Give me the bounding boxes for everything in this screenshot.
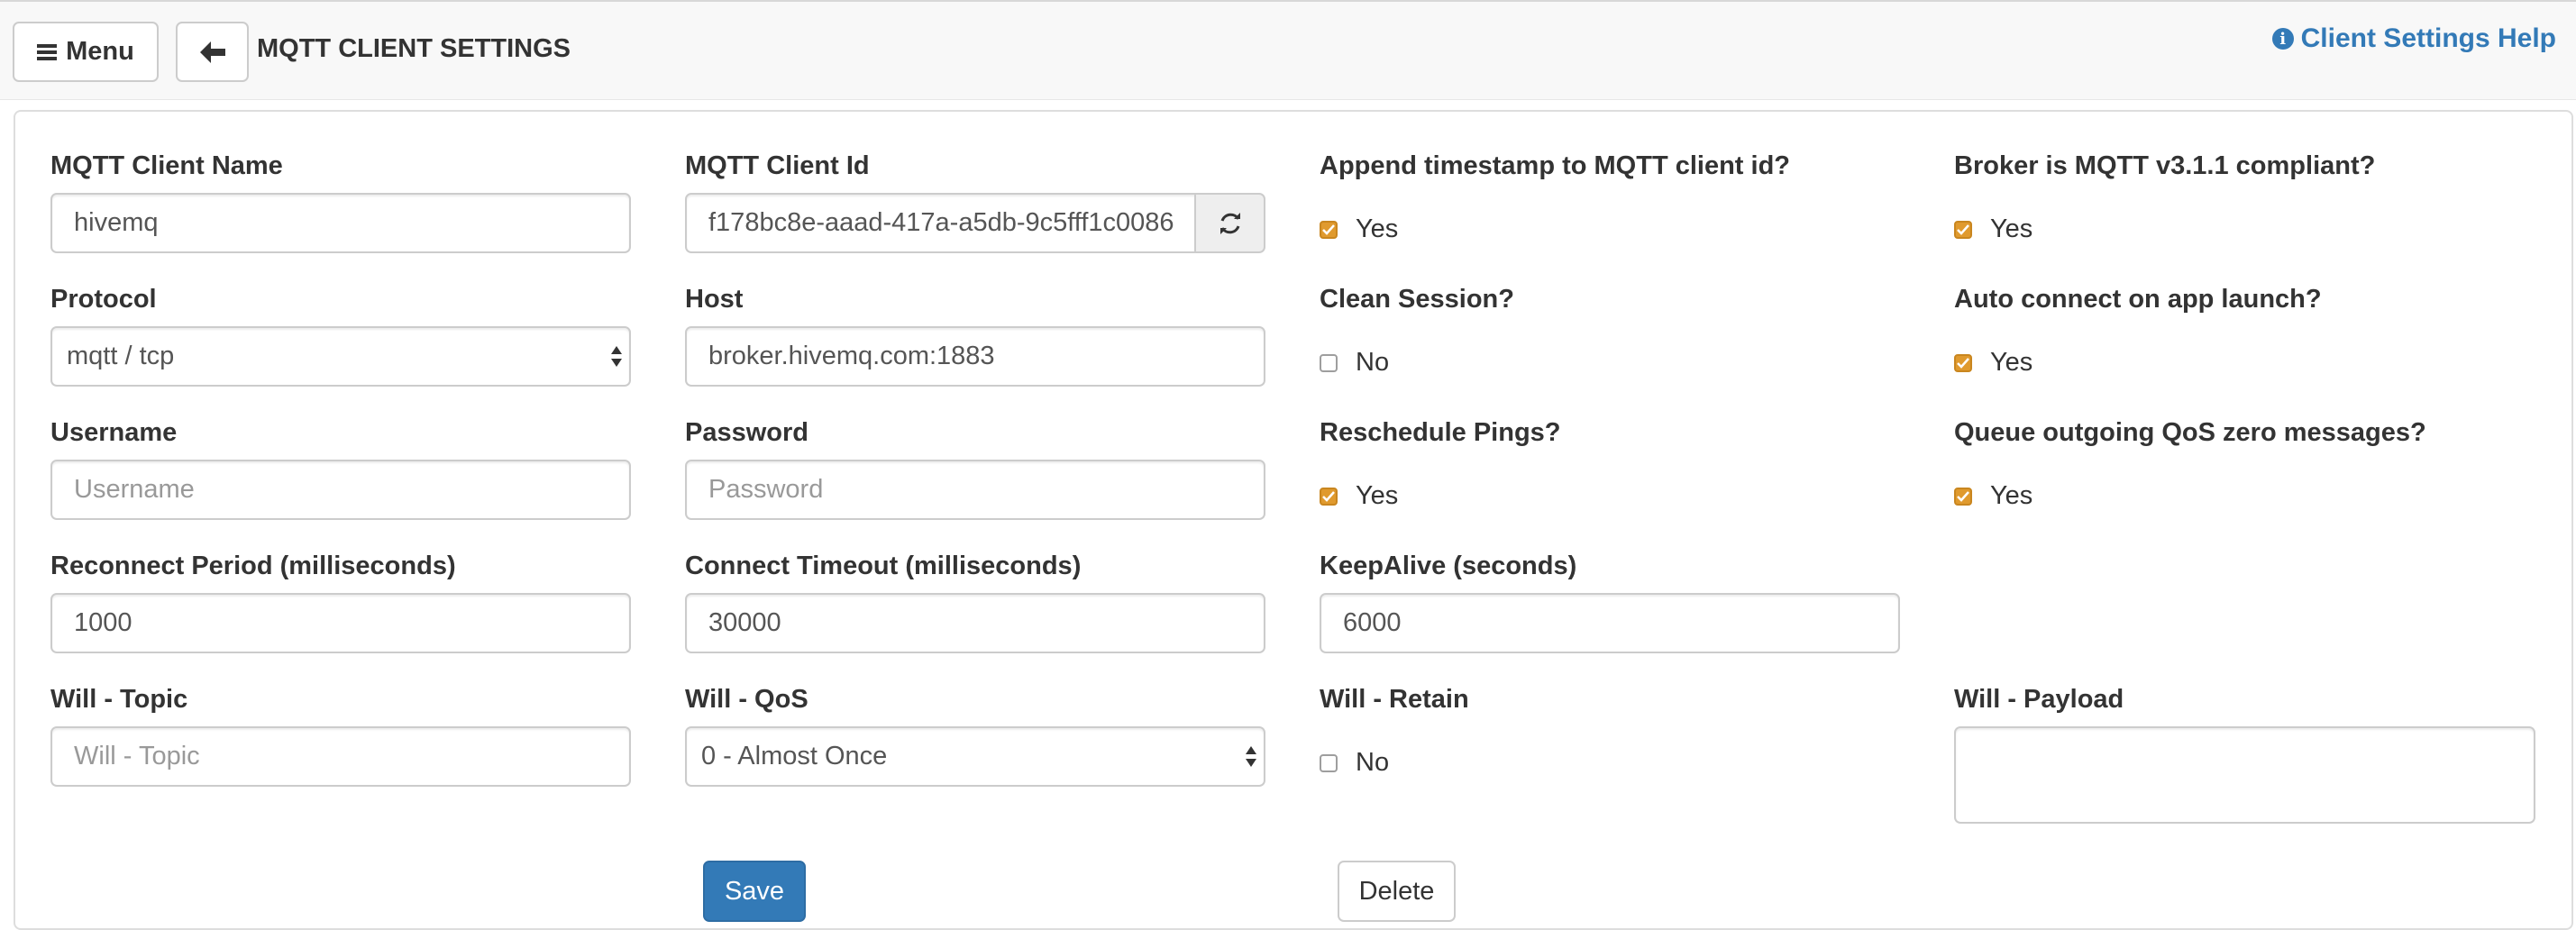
protocol-label: Protocol — [50, 285, 157, 314]
clean-session-value: No — [1356, 348, 1390, 377]
help-link-label: Client Settings Help — [2300, 23, 2556, 53]
password-input[interactable]: Password — [685, 460, 1265, 520]
reconnect-period-input[interactable]: 1000 — [50, 593, 631, 653]
client-settings-help-link[interactable]: i Client Settings Help — [2271, 23, 2556, 54]
refresh-icon — [1219, 212, 1240, 234]
arrow-left-icon — [199, 41, 225, 63]
hamburger-icon — [37, 43, 58, 60]
back-button[interactable] — [176, 22, 249, 82]
checkbox-checked-icon — [1954, 353, 1972, 372]
queue-qos-zero-value: Yes — [1990, 481, 2033, 510]
keepalive-input[interactable]: 6000 — [1320, 593, 1900, 653]
will-payload-textarea[interactable] — [1954, 726, 2535, 824]
append-timestamp-checkbox[interactable]: Yes — [1320, 214, 1398, 244]
username-label: Username — [50, 418, 178, 447]
will-payload-label: Will - Payload — [1954, 685, 2124, 714]
client-name-label: MQTT Client Name — [50, 151, 283, 180]
reconnect-period-label: Reconnect Period (milliseconds) — [50, 552, 456, 580]
auto-connect-checkbox[interactable]: Yes — [1954, 348, 2032, 378]
password-label: Password — [685, 418, 808, 447]
reschedule-pings-checkbox[interactable]: Yes — [1320, 481, 1398, 511]
queue-qos-zero-checkbox[interactable]: Yes — [1954, 481, 2032, 511]
broker-compliant-label: Broker is MQTT v3.1.1 compliant? — [1954, 151, 2376, 180]
page-title: MQTT CLIENT SETTINGS — [257, 34, 571, 63]
checkbox-checked-icon — [1320, 487, 1338, 506]
queue-qos-zero-label: Queue outgoing QoS zero messages? — [1954, 418, 2426, 447]
save-button[interactable]: Save — [703, 861, 806, 922]
checkbox-checked-icon — [1320, 220, 1338, 239]
username-input[interactable]: Username — [50, 460, 631, 520]
will-retain-value: No — [1356, 748, 1390, 777]
broker-compliant-value: Yes — [1990, 214, 2033, 243]
append-timestamp-label: Append timestamp to MQTT client id? — [1320, 151, 1790, 180]
host-input[interactable]: broker.hivemq.com:1883 — [685, 326, 1265, 387]
info-circle-icon: i — [2271, 28, 2294, 50]
will-qos-selected-value: 0 - Almost Once — [701, 742, 888, 770]
checkbox-checked-icon — [1954, 487, 1972, 506]
select-arrows-icon — [1246, 744, 1256, 771]
auto-connect-value: Yes — [1990, 348, 2033, 377]
protocol-select[interactable]: mqtt / tcp — [50, 326, 631, 387]
reschedule-pings-label: Reschedule Pings? — [1320, 418, 1561, 447]
broker-compliant-checkbox[interactable]: Yes — [1954, 214, 2032, 244]
will-qos-select[interactable]: 0 - Almost Once — [685, 726, 1265, 787]
client-name-input[interactable]: hivemq — [50, 193, 631, 253]
clean-session-checkbox[interactable]: No — [1320, 348, 1389, 378]
connect-timeout-label: Connect Timeout (milliseconds) — [685, 552, 1082, 580]
menu-button-label: Menu — [66, 37, 134, 66]
checkbox-unchecked-icon — [1320, 753, 1338, 772]
protocol-selected-value: mqtt / tcp — [67, 342, 175, 370]
delete-button[interactable]: Delete — [1338, 861, 1456, 922]
keepalive-label: KeepAlive (seconds) — [1320, 552, 1577, 580]
checkbox-checked-icon — [1954, 220, 1972, 239]
will-topic-input[interactable]: Will - Topic — [50, 726, 631, 787]
select-arrows-icon — [611, 344, 622, 371]
auto-connect-label: Auto connect on app launch? — [1954, 285, 2322, 314]
menu-button[interactable]: Menu — [13, 22, 159, 82]
refresh-client-id-button[interactable] — [1194, 193, 1265, 253]
connect-timeout-input[interactable]: 30000 — [685, 593, 1265, 653]
will-topic-label: Will - Topic — [50, 685, 188, 714]
client-id-label: MQTT Client Id — [685, 151, 870, 180]
clean-session-label: Clean Session? — [1320, 285, 1514, 314]
will-retain-label: Will - Retain — [1320, 685, 1469, 714]
append-timestamp-value: Yes — [1356, 214, 1399, 243]
will-retain-checkbox[interactable]: No — [1320, 748, 1389, 778]
will-qos-label: Will - QoS — [685, 685, 808, 714]
host-label: Host — [685, 285, 744, 314]
reschedule-pings-value: Yes — [1356, 481, 1399, 510]
client-id-input[interactable]: f178bc8e-aaad-417a-a5db-9c5fff1c0086 — [685, 193, 1197, 253]
checkbox-unchecked-icon — [1320, 353, 1338, 372]
top-navbar: Menu MQTT CLIENT SETTINGS i Client Setti… — [0, 0, 2576, 100]
